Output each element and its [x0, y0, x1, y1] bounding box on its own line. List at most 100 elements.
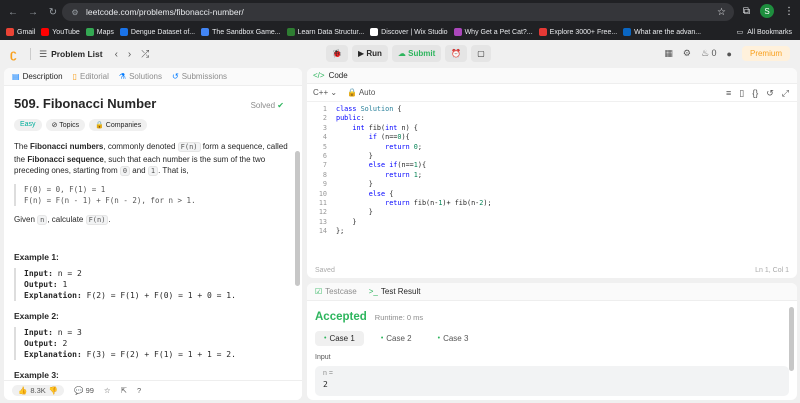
share-icon[interactable]: ⇱	[121, 386, 127, 395]
extensions-icon[interactable]: ⧉	[743, 6, 750, 17]
favorite-star-icon[interactable]: ☆	[104, 386, 111, 395]
comments-button[interactable]: 💬 99	[74, 386, 94, 395]
settings-icon[interactable]: ⚙	[683, 48, 691, 59]
lock-icon: 🔒	[95, 122, 104, 129]
check-icon: ✔	[277, 101, 284, 110]
code-panel-header: </> Code	[307, 68, 797, 84]
code-line: 5 return 0;	[307, 143, 797, 152]
bookmark-item[interactable]: Discover | Wix Studio	[370, 28, 448, 36]
browser-menu-icon[interactable]: ⋮	[784, 6, 794, 17]
autocomplete-mode[interactable]: 🔒 Auto	[347, 88, 375, 97]
tab-testcase[interactable]: ☑ Testcase	[315, 287, 357, 296]
debug-button[interactable]: 🐞	[326, 45, 348, 62]
tab-test-result[interactable]: >_ Test Result	[369, 287, 421, 296]
input-value-box: n = 2	[315, 366, 789, 396]
bookmark-item[interactable]: Maps	[85, 28, 114, 36]
bookmark-item[interactable]: Learn Data Structur...	[286, 28, 364, 36]
case-tab[interactable]: • Case 2	[372, 331, 421, 346]
scrollbar[interactable]	[295, 151, 300, 286]
example-title: Example 2:	[14, 311, 59, 321]
timer-button[interactable]: ⏰	[445, 45, 468, 62]
help-icon[interactable]: ?	[137, 386, 141, 395]
code-toolbar: C++ ⌄ 🔒 Auto ≡ ▯ {} ↺ ⤢	[307, 84, 797, 102]
topics-chip[interactable]: ⊘ Topics	[45, 119, 86, 131]
submit-button[interactable]: ☁ Submit	[391, 45, 442, 62]
format-icon[interactable]: ≡	[726, 88, 731, 99]
bookmark-item[interactable]: Explore 3000+ Free...	[538, 28, 617, 36]
bookmark-item[interactable]: Gmail	[6, 28, 35, 36]
code-text: }	[336, 208, 373, 217]
code-line: 9 }	[307, 180, 797, 189]
back-icon[interactable]: ←	[6, 5, 20, 19]
example-block: Input: n = 2 Output: 1 Explanation: F(2)…	[14, 268, 292, 301]
code-line: 3 int fib(int n) {	[307, 124, 797, 133]
expand-icon[interactable]: ⤢	[782, 88, 789, 99]
layout-icon[interactable]: ▦	[664, 48, 673, 59]
language-select[interactable]: C++ ⌄	[313, 88, 337, 97]
address-bar[interactable]: ⚙ leetcode.com/problems/fibonacci-number…	[62, 3, 734, 21]
bookmark-item[interactable]: The Sandbox Game...	[201, 28, 281, 36]
code-text: return 1;	[385, 170, 422, 179]
code-line: 12 }	[307, 208, 797, 217]
reload-icon[interactable]: ↻	[46, 5, 60, 19]
line-number: 3	[322, 123, 327, 132]
companies-chip[interactable]: 🔒 Companies	[89, 119, 148, 131]
case-tab[interactable]: • Case 1	[315, 331, 364, 346]
folder-icon: ▭	[736, 29, 744, 36]
line-number: 1	[322, 105, 327, 113]
comment-icon: 💬	[74, 386, 84, 395]
problem-list-link[interactable]: Problem List	[51, 49, 102, 59]
tab-submissions[interactable]: ↺ Submissions	[172, 72, 227, 81]
code-line: 8 return 1;	[307, 171, 797, 180]
result-status: Accepted	[315, 311, 367, 323]
run-button[interactable]: ▶ Run	[351, 45, 388, 62]
editor-status-bar: Saved Ln 1, Col 1	[315, 266, 789, 274]
notes-button[interactable]: ▢	[471, 45, 491, 62]
forward-icon[interactable]: →	[26, 5, 40, 19]
bookmark-star-icon[interactable]: ☆	[717, 7, 726, 18]
line-number: 6	[322, 151, 327, 160]
bookmark-item[interactable]: YouTube	[41, 28, 80, 36]
favicon-icon	[201, 28, 210, 36]
case-tab[interactable]: • Case 3	[429, 331, 478, 346]
tab-editorial[interactable]: ▯ Editorial	[73, 72, 109, 81]
shuffle-icon[interactable]: ⤮	[141, 49, 149, 60]
terminal-icon: >_	[368, 287, 378, 296]
bookmark-item[interactable]: Dengue Dataset of...	[119, 28, 195, 36]
code-line: 11 return fib(n-1)+ fib(n-2);	[307, 199, 797, 208]
site-info-icon[interactable]: ⚙	[70, 7, 80, 17]
runtime: Runtime: 0 ms	[374, 313, 424, 322]
tab-solutions[interactable]: ⚗ Solutions	[119, 72, 162, 81]
streak-counter[interactable]: ♨ 0	[701, 48, 717, 59]
browser-toolbar: ← → ↻ ⚙ leetcode.com/problems/fibonacci-…	[0, 0, 800, 24]
favicon-icon	[453, 28, 462, 36]
bug-icon: 🐞	[332, 49, 342, 58]
bookmark-item[interactable]: Why Get a Pet Cat?...	[453, 28, 533, 36]
leetcode-logo-icon[interactable]: ʗ	[10, 48, 22, 60]
code-text: }	[336, 217, 357, 226]
favicon-icon	[538, 28, 547, 36]
braces-icon[interactable]: {}	[752, 88, 758, 99]
premium-button[interactable]: Premium	[741, 46, 790, 61]
favicon-icon	[6, 28, 14, 36]
bookmark-item[interactable]: What are the advan...	[623, 28, 701, 36]
url-text: leetcode.com/problems/fibonacci-number/	[86, 7, 244, 17]
line-number: 2	[322, 114, 327, 123]
bookmark-icon[interactable]: ▯	[739, 88, 744, 99]
user-avatar[interactable]: ●	[727, 49, 732, 59]
code-editor[interactable]: 1 class Solution {2 public: 3 int fib(int n…	[307, 102, 797, 236]
reset-icon[interactable]: ↺	[766, 88, 774, 99]
code-line: 13 }	[307, 218, 797, 227]
line-number: 11	[318, 198, 327, 207]
profile-avatar[interactable]: S	[760, 4, 774, 18]
alarm-icon: ⏰	[451, 49, 462, 58]
example-title: Example 3:	[14, 370, 59, 380]
prev-problem-icon[interactable]: ‹	[115, 49, 118, 60]
difficulty-badge[interactable]: Easy	[14, 119, 42, 131]
tab-description[interactable]: ▤ Description	[12, 72, 63, 81]
like-button[interactable]: 👍 8.3K 👎	[12, 385, 65, 396]
next-problem-icon[interactable]: ›	[128, 49, 131, 60]
scrollbar[interactable]	[789, 307, 794, 371]
list-icon: ☰	[39, 48, 48, 59]
all-bookmarks-button[interactable]: ▭ All Bookmarks	[736, 28, 792, 37]
